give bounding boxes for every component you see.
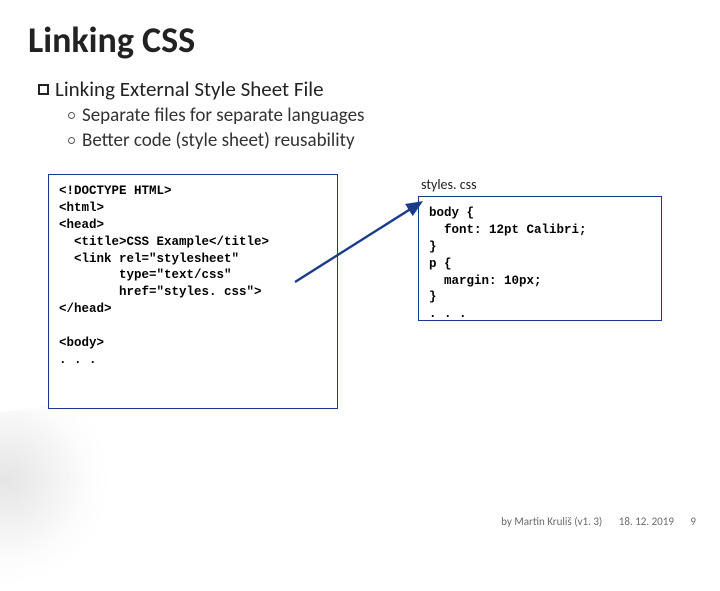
codes-area: <!DOCTYPE HTML> <html> <head> <title>CSS…	[38, 174, 682, 424]
sub1-text: Separate files for separate languages	[82, 104, 364, 127]
slide-body: Linking External Style Sheet File Separa…	[0, 66, 720, 424]
bullet-level1: Linking External Style Sheet File	[38, 76, 682, 102]
code-css: body { font: 12pt Calibri; } p { margin:…	[429, 205, 651, 323]
bullet-level2-a: Separate files for separate languages	[68, 104, 682, 127]
filename-label: styles. css	[421, 176, 477, 193]
slide-title: Linking CSS	[0, 0, 720, 66]
bullet1-rest: External Style Sheet File	[120, 76, 324, 102]
ring-bullet-icon	[68, 112, 75, 119]
code-html: <!DOCTYPE HTML> <html> <head> <title>CSS…	[59, 183, 327, 369]
decorative-gradient	[0, 399, 121, 591]
footer-author: by Martin Kruliš (v1. 3)	[501, 515, 602, 528]
bullet-level2-b: Better code (style sheet) reusability	[68, 129, 682, 152]
bullet1-word1: Linking	[55, 76, 115, 102]
codebox-css: body { font: 12pt Calibri; } p { margin:…	[418, 196, 662, 321]
footer-date: 18. 12. 2019	[619, 515, 674, 528]
sub2-text: Better code (style sheet) reusability	[82, 129, 355, 152]
page-number: 9	[690, 515, 696, 528]
codebox-html: <!DOCTYPE HTML> <html> <head> <title>CSS…	[48, 174, 338, 409]
footer: by Martin Kruliš (v1. 3) 18. 12. 2019 9	[487, 515, 696, 528]
ring-bullet-icon	[68, 137, 75, 144]
square-bullet-icon	[38, 84, 49, 95]
